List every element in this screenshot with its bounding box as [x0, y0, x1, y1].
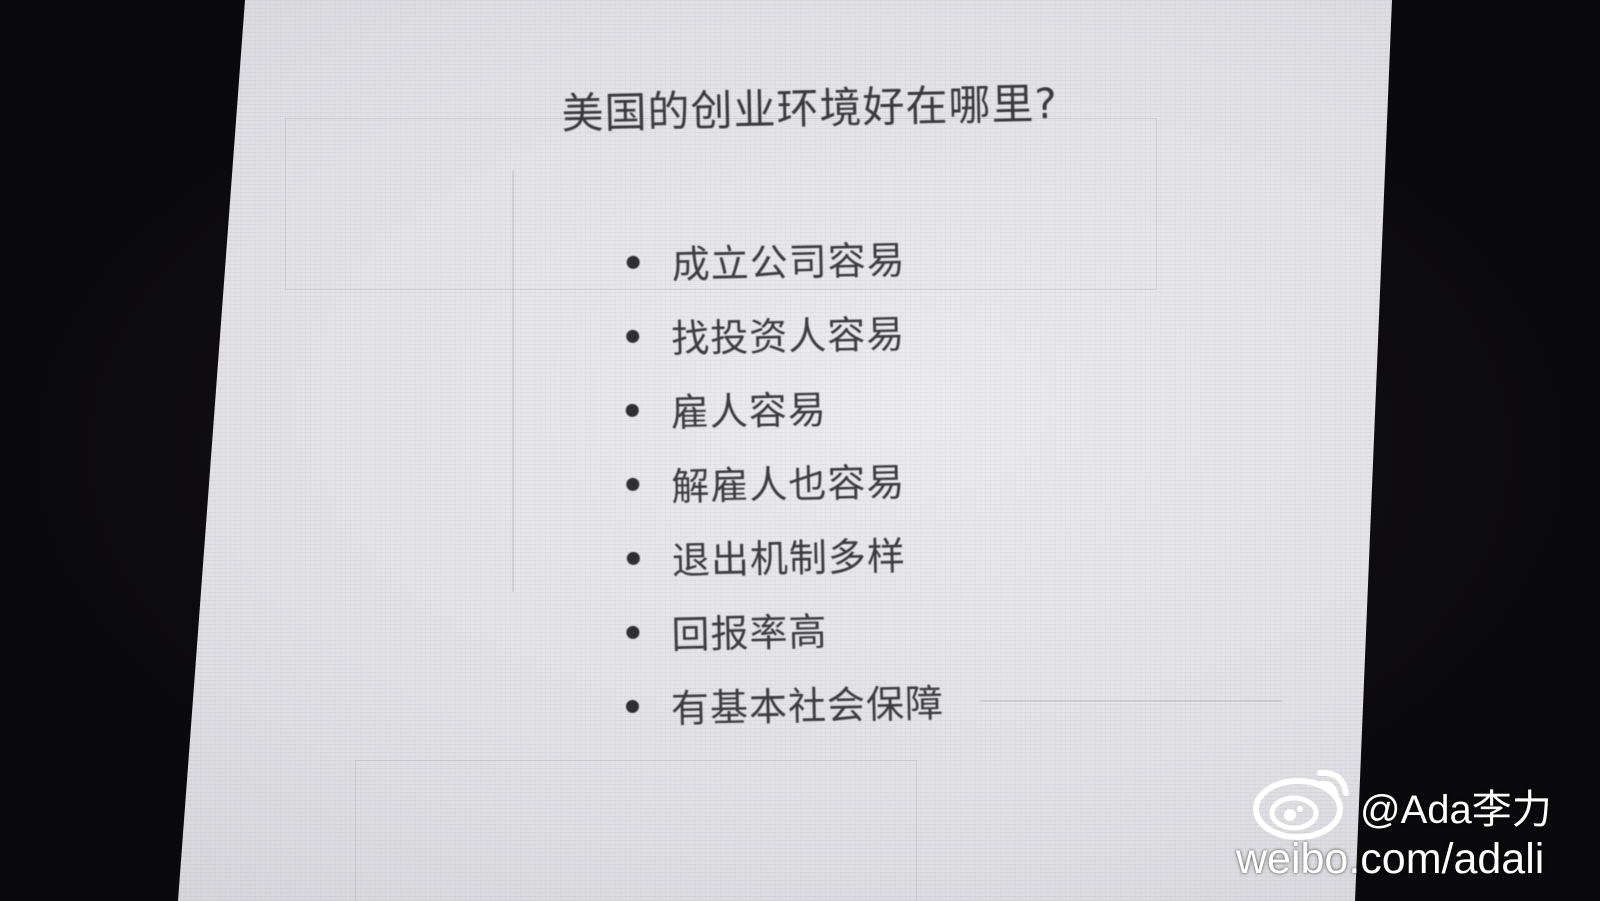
bullet-text: 有基本社会保障 — [670, 680, 945, 731]
bullet-text: 雇人容易 — [670, 387, 828, 435]
bullet-dot-icon — [625, 699, 640, 713]
bullet-item: 退出机制多样 — [626, 514, 941, 595]
bullet-dot-icon — [626, 625, 640, 639]
bullet-dot-icon — [625, 403, 639, 417]
bullet-list: 成立公司容易 找投资人容易 雇人容易 解雇人也容易 退出机制多样 回报率高 有基… — [625, 219, 945, 743]
bullet-dot-icon — [626, 477, 640, 491]
weibo-logo-icon — [1253, 769, 1349, 840]
bullet-dot-icon — [626, 255, 640, 269]
photo-scene: 美国的创业环境好在哪里? 成立公司容易 找投资人容易 雇人容易 解雇人也容易 退… — [0, 0, 1600, 901]
bullet-text: 解雇人也容易 — [670, 459, 906, 509]
bullet-text: 退出机制多样 — [671, 533, 907, 583]
weibo-watermark: @Ada李力 weibo.com/adali — [1232, 747, 1592, 897]
slide-title: 美国的创业环境好在哪里? — [561, 78, 1059, 139]
bullet-item: 回报率高 — [626, 588, 943, 669]
bullet-text: 找投资人容易 — [670, 311, 906, 361]
bullet-item: 有基本社会保障 — [625, 662, 944, 743]
bullet-dot-icon — [626, 329, 640, 343]
weibo-handle: @Ada李力 — [1360, 788, 1552, 832]
bullet-item: 找投资人容易 — [625, 293, 936, 373]
bullet-text: 回报率高 — [671, 609, 828, 657]
bullet-dot-icon — [626, 551, 640, 565]
bullet-item: 雇人容易 — [625, 366, 938, 447]
weibo-url: weibo.com/adali — [1236, 835, 1545, 883]
bullet-item: 解雇人也容易 — [626, 440, 940, 521]
bullet-item: 成立公司容易 — [626, 219, 935, 299]
bullet-text: 成立公司容易 — [671, 237, 907, 287]
